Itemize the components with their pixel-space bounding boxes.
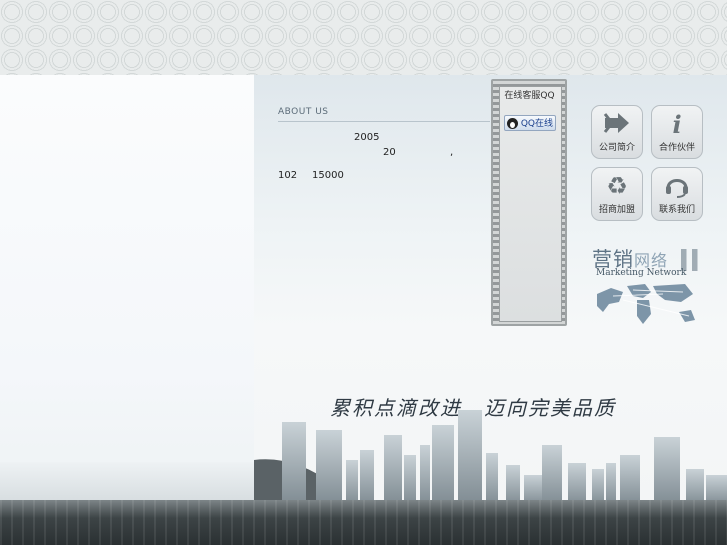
arrow-icon bbox=[592, 110, 642, 142]
left-blank-panel bbox=[0, 75, 254, 500]
nav-partners-button[interactable]: i 合作伙伴 bbox=[651, 105, 703, 159]
about-year-text: 2005 bbox=[354, 132, 380, 143]
qq-service-title: 在线客服QQ bbox=[504, 91, 555, 101]
top-pattern-band bbox=[0, 0, 727, 75]
about-years-text: 20 bbox=[383, 147, 396, 158]
nav-label: 招商加盟 bbox=[598, 205, 635, 215]
qq-penguin-icon bbox=[507, 118, 518, 129]
about-divider bbox=[278, 121, 490, 122]
bottom-dark-band bbox=[0, 500, 727, 545]
info-icon: i bbox=[672, 110, 682, 139]
nav-label: 合作伙伴 bbox=[658, 143, 695, 153]
city-skyline-image bbox=[254, 410, 727, 505]
about-count-a: 102 bbox=[278, 170, 298, 181]
about-count-b: 15000 bbox=[312, 170, 344, 181]
world-map-icon bbox=[597, 284, 695, 324]
nav-contact-button[interactable]: 联系我们 bbox=[651, 167, 703, 221]
nav-franchise-button[interactable]: ♻ 招商加盟 bbox=[591, 167, 643, 221]
nav-label: 公司简介 bbox=[598, 143, 635, 153]
marketing-network-subtitle: Marketing Network bbox=[596, 268, 687, 278]
about-comma-text: , bbox=[450, 147, 454, 158]
qq-online-label: QQ在线 bbox=[520, 119, 553, 129]
left-bottom-strip bbox=[0, 462, 254, 500]
nav-company-intro-button[interactable]: 公司简介 bbox=[591, 105, 643, 159]
about-us-heading: ABOUT US bbox=[278, 107, 329, 117]
recycle-icon: ♻ bbox=[606, 172, 628, 200]
qq-online-button[interactable]: QQ在线 bbox=[504, 115, 556, 131]
headset-icon bbox=[652, 172, 702, 204]
nav-label: 联系我们 bbox=[658, 205, 695, 215]
